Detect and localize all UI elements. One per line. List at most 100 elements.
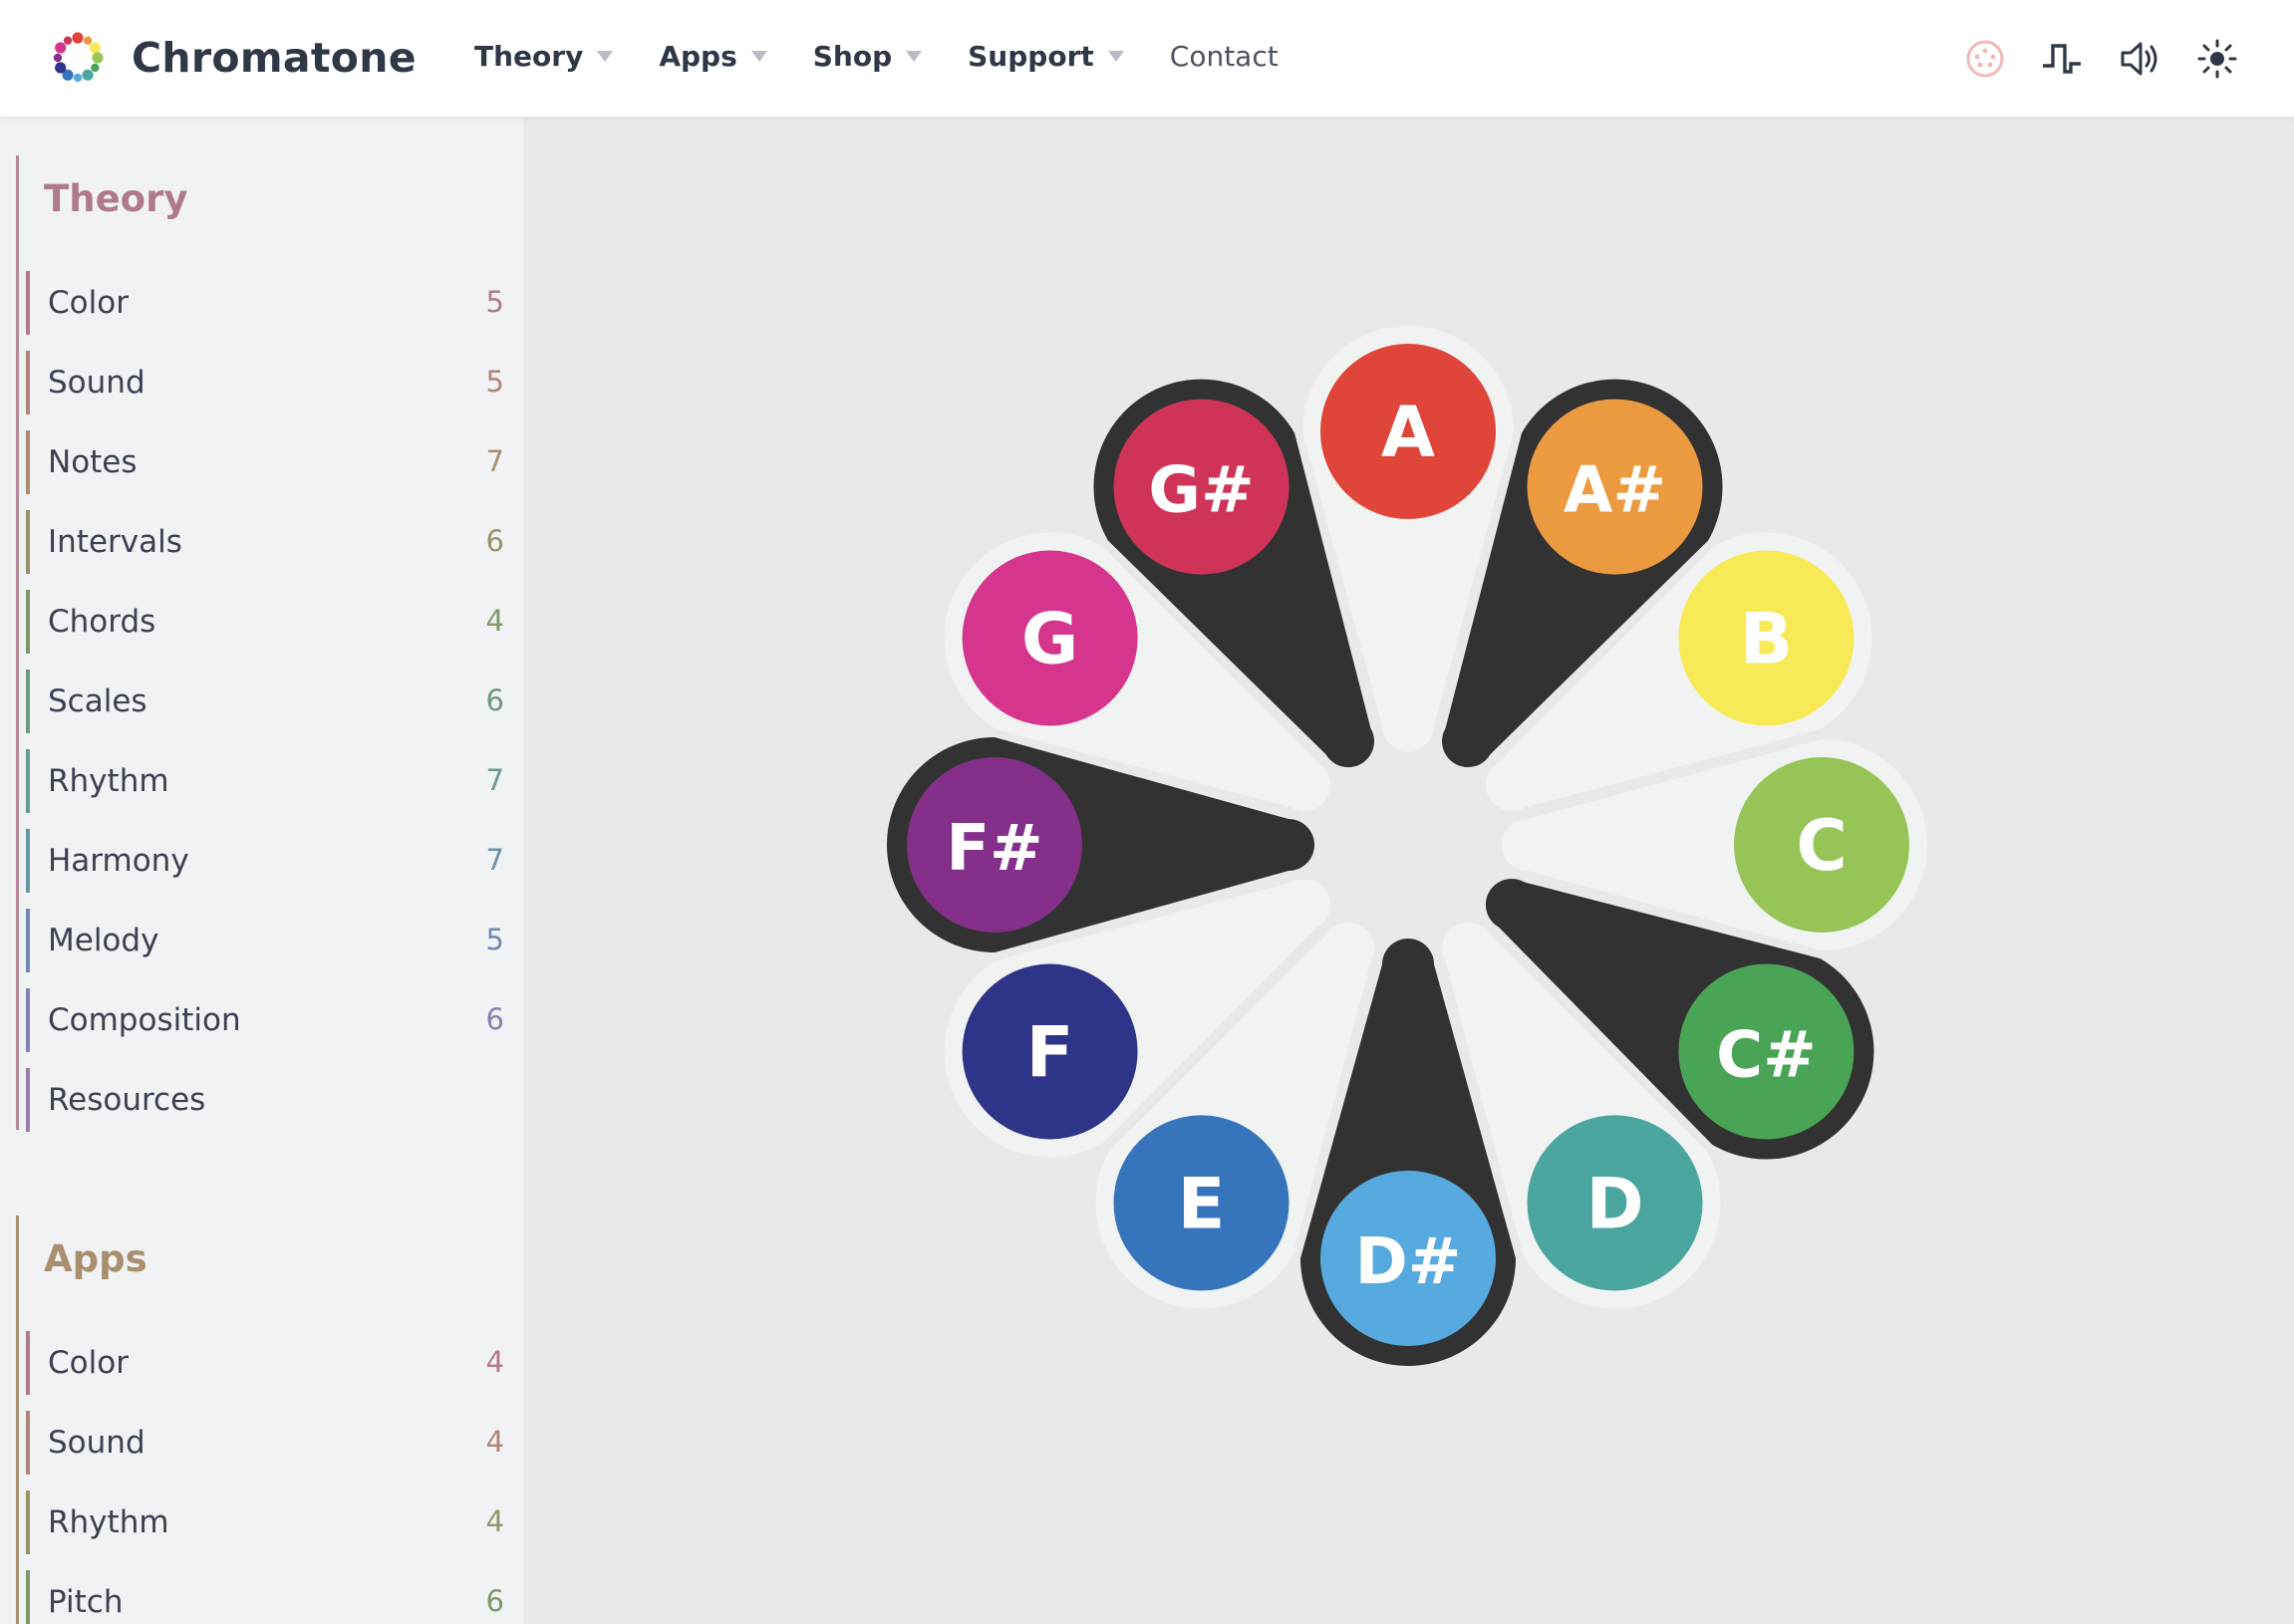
sidebar-item-sound[interactable]: Sound 4 [26, 1411, 504, 1475]
nav-apps-label: Apps [659, 40, 737, 73]
sidebar: Theory Color 5 Sound 5 Notes 7 Intervals 6 Chord… [0, 118, 523, 1624]
sidebar-item-sound[interactable]: Sound 5 [26, 351, 504, 414]
nav-contact-label: Contact [1169, 40, 1279, 73]
sidebar-item-notes[interactable]: Notes 7 [26, 430, 504, 494]
note-c[interactable]: C [1734, 757, 1909, 933]
section-title-theory[interactable]: Theory [44, 177, 187, 220]
note-d-sharp[interactable]: D# [1320, 1171, 1496, 1346]
chromatic-circle: A A# B C C# D D# E F F# G G# [887, 326, 1927, 1366]
sidebar-item-label: Sound [48, 1425, 145, 1461]
note-c-sharp[interactable]: C# [1678, 963, 1855, 1140]
sidebar-item-label: Color [48, 285, 129, 321]
note-g-sharp[interactable]: G# [1113, 399, 1290, 575]
sidebar-item-count: 4 [485, 604, 504, 638]
main-nav: Theory Apps Shop Support Contact [474, 40, 1324, 73]
sidebar-item-label: Notes [48, 444, 138, 480]
nav-contact[interactable]: Contact [1170, 40, 1279, 73]
sidebar-item-rhythm[interactable]: Rhythm 4 [26, 1490, 504, 1554]
section-rail [16, 1216, 19, 1624]
chevron-down-icon [1107, 51, 1124, 62]
sidebar-item-intervals[interactable]: Intervals 6 [26, 510, 504, 574]
sidebar-item-color[interactable]: Color 4 [26, 1331, 504, 1395]
sidebar-item-count: 7 [485, 763, 504, 797]
sidebar-item-count: 7 [485, 843, 504, 877]
note-f[interactable]: F [962, 963, 1138, 1140]
item-color-bar [26, 271, 30, 335]
nav-theory[interactable]: Theory [474, 40, 614, 73]
sidebar-item-label: Melody [48, 923, 159, 958]
item-color-bar [26, 1068, 30, 1132]
item-color-bar [26, 1570, 30, 1624]
sidebar-item-resources[interactable]: Resources [26, 1068, 504, 1132]
section-rail [16, 155, 19, 1130]
item-color-bar [26, 1411, 30, 1475]
note-a[interactable]: A [1320, 344, 1496, 519]
sidebar-item-label: Scales [48, 683, 147, 719]
sidebar-item-count: 7 [485, 444, 504, 478]
sidebar-item-melody[interactable]: Melody 5 [26, 909, 504, 972]
nav-theory-label: Theory [474, 40, 584, 73]
nav-support-label: Support [968, 40, 1094, 73]
sidebar-item-count: 5 [485, 365, 504, 399]
sidebar-item-color[interactable]: Color 5 [26, 271, 504, 335]
section-title-apps[interactable]: Apps [44, 1237, 147, 1280]
sidebar-item-count: 6 [485, 1002, 504, 1036]
note-label: C [1796, 805, 1847, 887]
item-color-bar [26, 829, 30, 893]
note-label: D [1585, 1163, 1643, 1244]
note-label: C# [1716, 1019, 1817, 1093]
sidebar-item-count: 4 [485, 1345, 504, 1379]
sidebar-item-chords[interactable]: Chords 4 [26, 590, 504, 654]
item-color-bar [26, 749, 30, 813]
sidebar-item-scales[interactable]: Scales 6 [26, 670, 504, 733]
sidebar-item-label: Color [48, 1345, 129, 1381]
chevron-down-icon [597, 51, 614, 62]
item-color-bar [26, 590, 30, 654]
note-e[interactable]: E [1113, 1115, 1290, 1291]
note-label: G# [1148, 454, 1254, 528]
item-color-bar [26, 1490, 30, 1554]
sidebar-item-count: 5 [485, 923, 504, 956]
sidebar-item-label: Pitch [48, 1584, 124, 1620]
item-color-bar [26, 351, 30, 414]
speaker-icon[interactable] [2117, 36, 2162, 82]
nav-support[interactable]: Support [968, 40, 1124, 73]
sidebar-item-label: Chords [48, 604, 156, 640]
midi-icon[interactable] [1962, 36, 2008, 82]
note-b[interactable]: B [1678, 550, 1855, 726]
sun-icon[interactable] [2194, 36, 2240, 82]
sidebar-item-composition[interactable]: Composition 6 [26, 988, 504, 1052]
note-label: G [1021, 599, 1078, 680]
sidebar-item-pitch[interactable]: Pitch 6 [26, 1570, 504, 1624]
item-color-bar [26, 430, 30, 494]
note-g[interactable]: G [962, 550, 1138, 726]
sidebar-item-label: Intervals [48, 524, 182, 560]
note-d[interactable]: D [1527, 1115, 1703, 1291]
note-f-sharp[interactable]: F# [907, 757, 1082, 933]
sidebar-item-label: Resources [48, 1082, 206, 1118]
nav-apps[interactable]: Apps [659, 40, 767, 73]
item-color-bar [26, 909, 30, 972]
sidebar-item-count: 5 [485, 285, 504, 319]
note-label: A [1381, 392, 1435, 473]
sidebar-item-rhythm[interactable]: Rhythm 7 [26, 749, 504, 813]
sidebar-item-count: 6 [485, 683, 504, 717]
note-label: F [1026, 1012, 1074, 1094]
note-label: D# [1355, 1225, 1462, 1299]
nav-shop[interactable]: Shop [813, 40, 923, 73]
item-color-bar [26, 510, 30, 574]
sidebar-item-label: Harmony [48, 843, 189, 879]
chevron-down-icon [750, 51, 767, 62]
brand-name[interactable]: Chromatone [132, 34, 417, 82]
main-area: A A# B C C# D D# E F F# G G# [523, 118, 2294, 1624]
sidebar-item-count: 6 [485, 1584, 504, 1618]
chromatone-logo-icon[interactable] [50, 30, 106, 86]
sidebar-item-count: 4 [485, 1504, 504, 1538]
sidebar-item-count: 6 [485, 524, 504, 558]
sidebar-item-label: Rhythm [48, 1504, 169, 1540]
note-a-sharp[interactable]: A# [1527, 399, 1703, 575]
sidebar-item-harmony[interactable]: Harmony 7 [26, 829, 504, 893]
chevron-down-icon [906, 51, 923, 62]
top-bar: Chromatone Theory Apps Shop Support Cont… [0, 0, 2294, 118]
pulse-wave-icon[interactable] [2039, 36, 2085, 82]
